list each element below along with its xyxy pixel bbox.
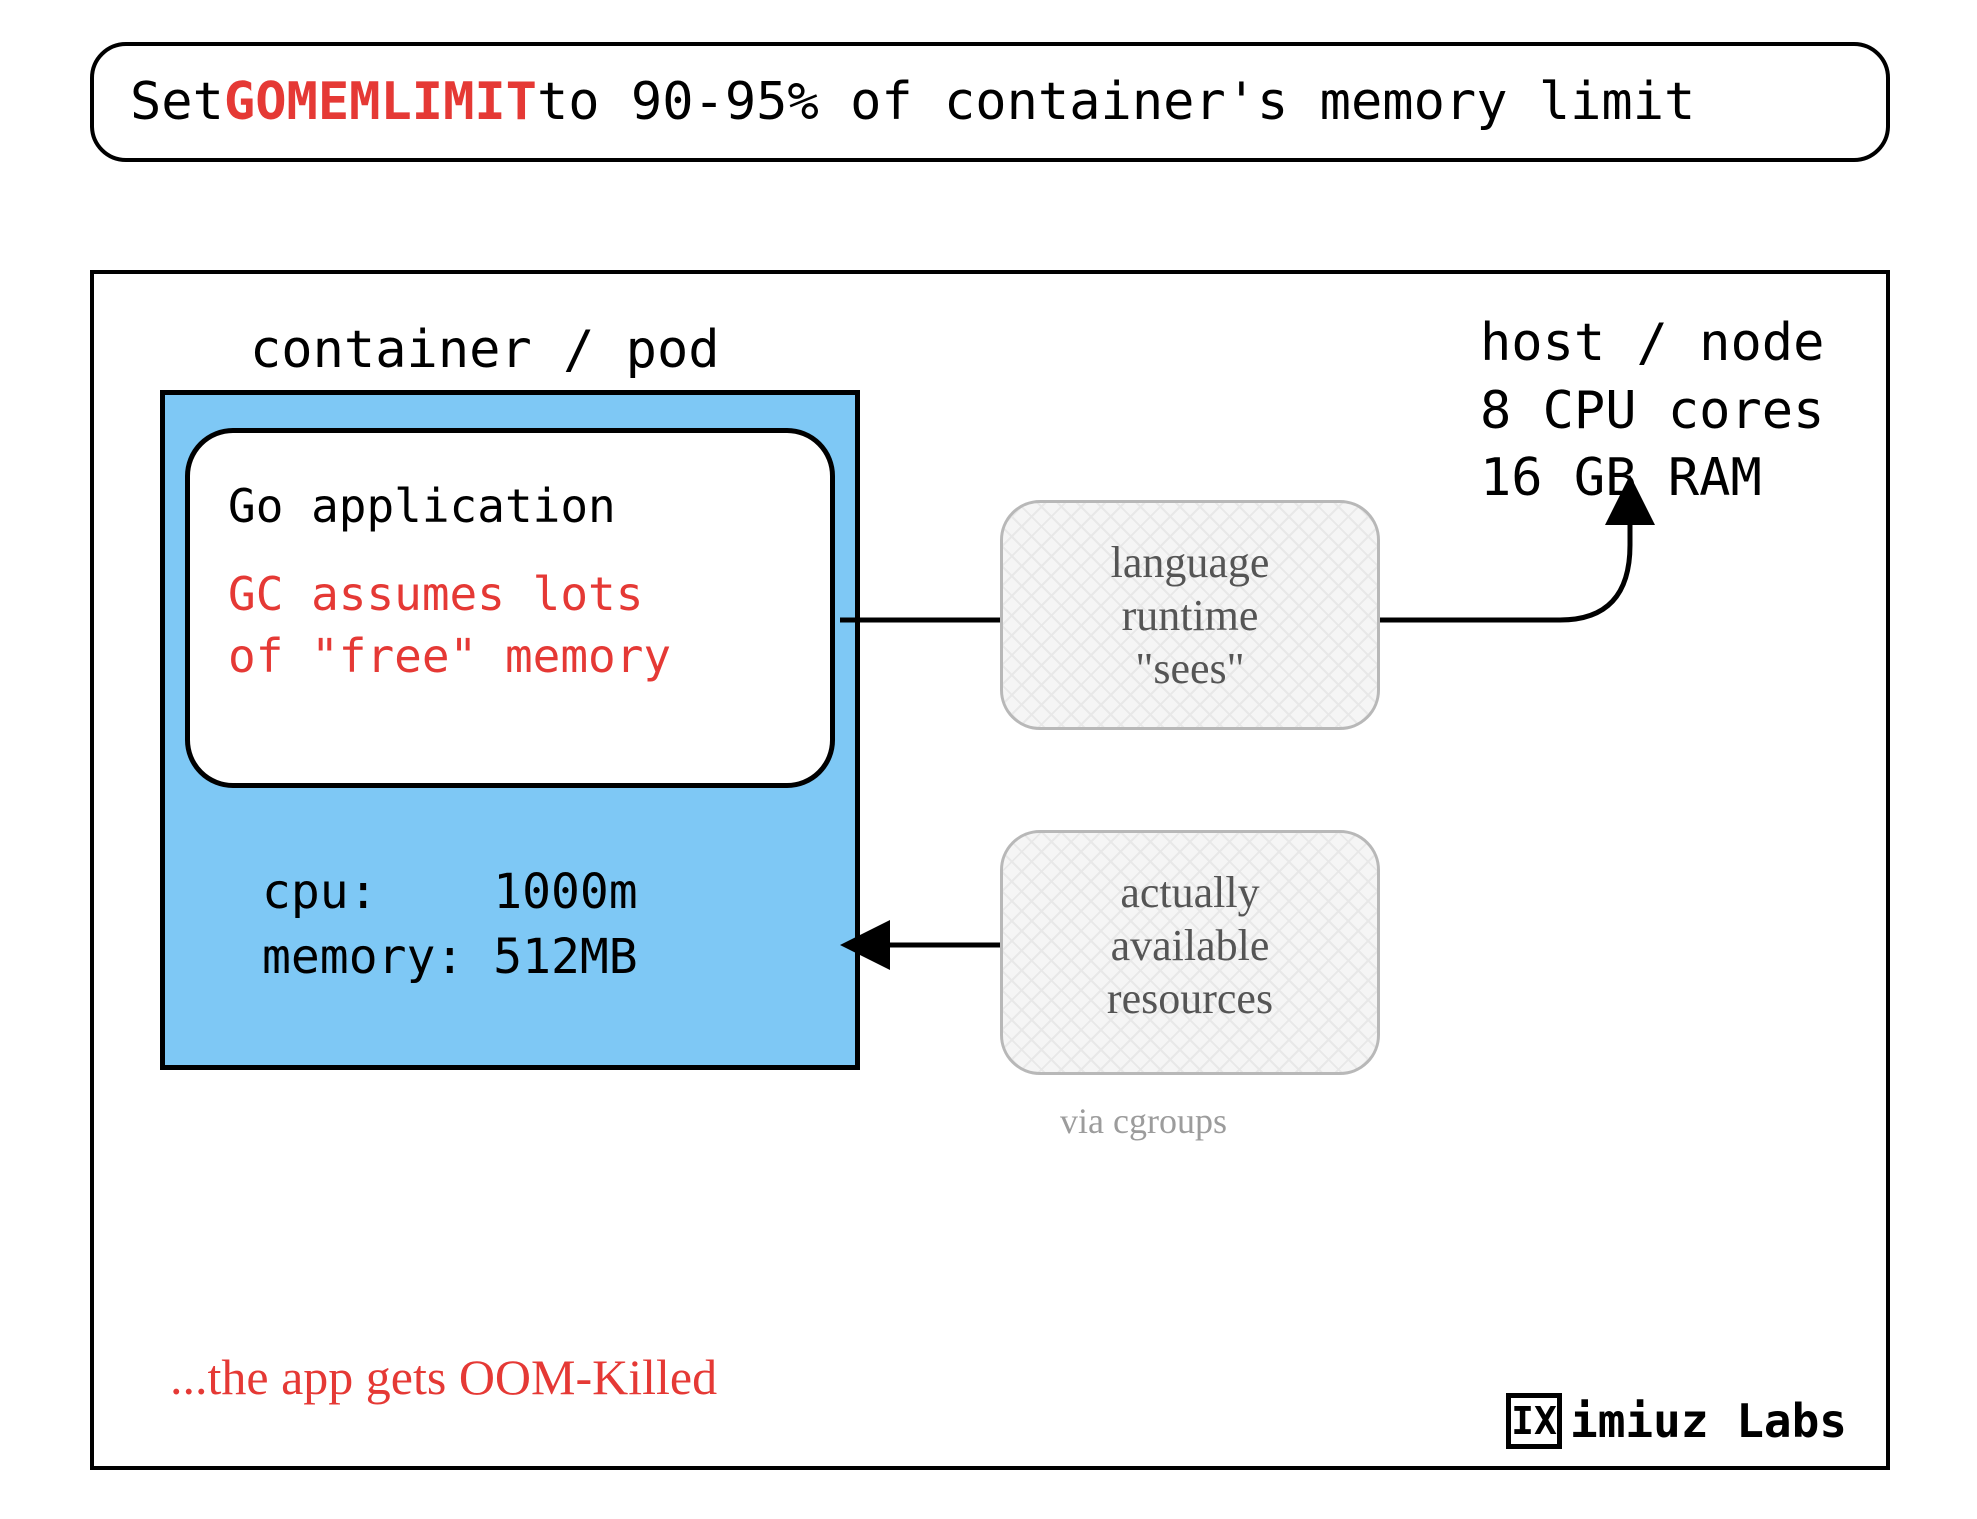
host-info: host / node 8 CPU cores 16 GB RAM bbox=[1480, 310, 1824, 513]
mem-label: memory: bbox=[262, 929, 464, 985]
brand-text: imiuz Labs bbox=[1570, 1394, 1847, 1448]
callout-sees-l1: language bbox=[1027, 537, 1353, 590]
header-pill: Set GOMEMLIMIT to 90-95% of container's … bbox=[90, 42, 1890, 162]
host-ram: 16 GB RAM bbox=[1480, 445, 1824, 513]
callout-available-resources: actually available resources bbox=[1000, 830, 1380, 1075]
go-app-title: Go application bbox=[228, 475, 792, 537]
callout-avail-l1: actually bbox=[1027, 867, 1353, 920]
brand-mark-icon: IX bbox=[1506, 1393, 1562, 1449]
go-app-box: Go application GC assumes lots of "free"… bbox=[185, 428, 835, 788]
callout-runtime-sees: language runtime "sees" bbox=[1000, 500, 1380, 730]
go-app-note-1: GC assumes lots bbox=[228, 563, 792, 625]
cpu-label: cpu: bbox=[262, 864, 378, 920]
callout-sees-l2: runtime bbox=[1027, 590, 1353, 643]
host-cpu: 8 CPU cores bbox=[1480, 378, 1824, 446]
container-label: container / pod bbox=[250, 320, 720, 380]
callout-sees-l3: "sees" bbox=[1027, 643, 1353, 696]
container-limits: cpu: 1000m memory: 512MB bbox=[262, 860, 638, 990]
mem-value: 512MB bbox=[493, 929, 638, 985]
header-prefix: Set bbox=[130, 72, 224, 132]
cpu-value: 1000m bbox=[493, 864, 638, 920]
host-label: host / node bbox=[1480, 310, 1824, 378]
oom-note: ...the app gets OOM-Killed bbox=[170, 1348, 717, 1406]
callout-avail-l2: available bbox=[1027, 920, 1353, 973]
go-app-note-2: of "free" memory bbox=[228, 625, 792, 687]
cgroups-note: via cgroups bbox=[1060, 1100, 1227, 1142]
header-suffix: to 90-95% of container's memory limit bbox=[537, 72, 1695, 132]
brand-logo: IX imiuz Labs bbox=[1506, 1393, 1847, 1449]
callout-avail-l3: resources bbox=[1027, 973, 1353, 1026]
header-keyword: GOMEMLIMIT bbox=[224, 72, 537, 132]
